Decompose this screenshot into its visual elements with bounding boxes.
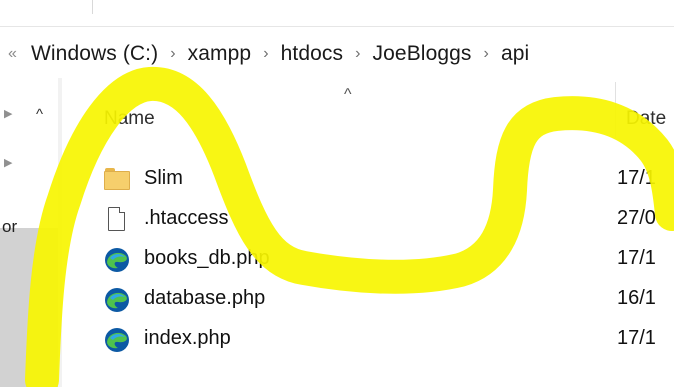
file-row-htaccess[interactable]: .htaccess 27/0 xyxy=(62,198,674,238)
breadcrumb-xampp[interactable]: xampp xyxy=(182,42,258,66)
breadcrumb-separator-icon[interactable]: › xyxy=(349,45,366,63)
file-name: database.php xyxy=(144,287,266,309)
file-row-books-db[interactable]: books_db.php 17/1 xyxy=(62,238,674,278)
file-date: 16/1 xyxy=(617,287,656,309)
file-icon xyxy=(104,207,130,231)
cropped-divider xyxy=(92,0,93,14)
breadcrumb-separator-icon[interactable]: › xyxy=(257,45,274,63)
overflow-chevron-icon[interactable]: « xyxy=(0,45,25,63)
address-bar[interactable]: « Windows (C:) › xampp › htdocs › JoeBlo… xyxy=(0,30,674,78)
file-row-slim[interactable]: Slim 17/1 xyxy=(62,158,674,198)
column-divider[interactable] xyxy=(615,82,616,138)
scroll-up-icon[interactable]: ^ xyxy=(36,106,43,123)
breadcrumb-windows-c[interactable]: Windows (C:) xyxy=(25,42,164,66)
column-name-header[interactable]: Name xyxy=(104,108,155,130)
column-header: ^ Name Date xyxy=(62,78,674,140)
file-date: 27/0 xyxy=(617,207,656,229)
edge-icon xyxy=(104,287,130,312)
file-date: 17/1 xyxy=(617,327,656,349)
folder-icon xyxy=(104,167,130,191)
file-name: books_db.php xyxy=(144,247,270,269)
file-list: Slim 17/1 .htaccess 27/0 books_db.php 17… xyxy=(62,158,674,358)
edge-icon xyxy=(104,247,130,272)
expand-chevron-icon[interactable]: ▶ xyxy=(4,107,12,120)
file-name: index.php xyxy=(144,327,231,349)
breadcrumb: « Windows (C:) › xampp › htdocs › JoeBlo… xyxy=(0,39,535,69)
column-date-header[interactable]: Date xyxy=(626,108,666,130)
breadcrumb-htdocs[interactable]: htdocs xyxy=(275,42,349,66)
expand-chevron-icon[interactable]: ▶ xyxy=(4,156,12,169)
breadcrumb-separator-icon[interactable]: › xyxy=(478,45,495,63)
file-name: .htaccess xyxy=(144,207,229,229)
sort-ascending-icon: ^ xyxy=(344,86,352,103)
nav-selected-item[interactable] xyxy=(0,228,58,387)
edge-icon xyxy=(104,327,130,352)
file-row-index[interactable]: index.php 17/1 xyxy=(62,318,674,358)
navigation-pane[interactable]: ▶ ▶ ^ or xyxy=(0,78,62,387)
breadcrumb-joebloggs[interactable]: JoeBloggs xyxy=(367,42,478,66)
breadcrumb-separator-icon[interactable]: › xyxy=(164,45,181,63)
file-date: 17/1 xyxy=(617,247,656,269)
breadcrumb-api[interactable]: api xyxy=(495,42,535,66)
file-date: 17/1 xyxy=(617,167,656,189)
nav-item-label[interactable]: or xyxy=(2,217,17,237)
toolbar-divider xyxy=(0,26,674,27)
window-top-strip xyxy=(0,0,674,30)
file-row-database[interactable]: database.php 16/1 xyxy=(62,278,674,318)
file-name: Slim xyxy=(144,167,183,189)
